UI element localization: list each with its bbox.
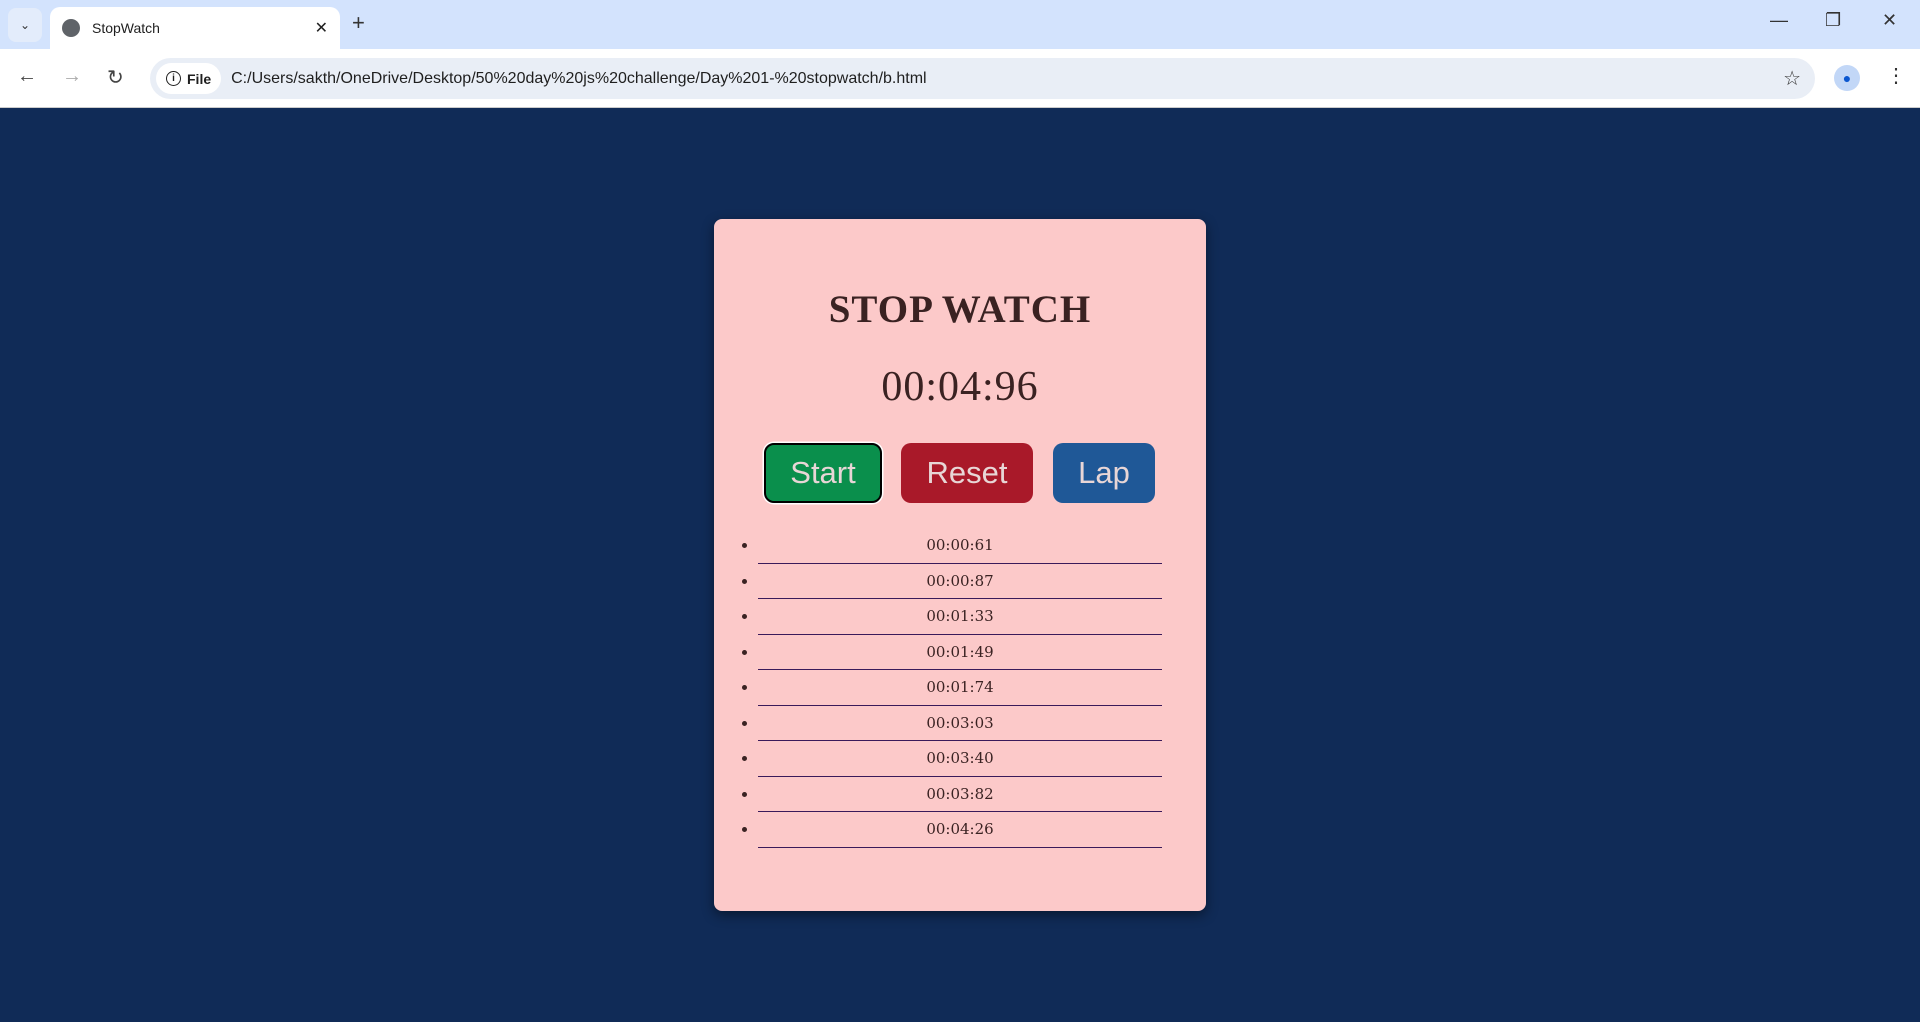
lap-item: 00:00:87 — [758, 564, 1162, 599]
restore-button[interactable]: ❐ — [1825, 10, 1841, 31]
tab-title: StopWatch — [92, 20, 160, 36]
tab-search-button[interactable]: ⌄ — [8, 8, 42, 42]
tab-stopwatch[interactable]: StopWatch ✕ — [50, 7, 340, 49]
profile-avatar[interactable]: ● — [1834, 65, 1860, 91]
info-icon: i — [166, 71, 181, 86]
lap-item: 00:03:03 — [758, 706, 1162, 741]
minimize-button[interactable]: — — [1770, 10, 1788, 31]
lap-item: 00:01:33 — [758, 599, 1162, 635]
timer-display: 00:04:96 — [881, 364, 1039, 410]
lap-item: 00:01:74 — [758, 670, 1162, 706]
reset-button[interactable]: Reset — [901, 443, 1033, 503]
chevron-down-icon: ⌄ — [19, 18, 31, 32]
globe-icon — [62, 19, 80, 37]
chip-label: File — [187, 70, 212, 87]
page-title: STOP WATCH — [828, 288, 1092, 331]
new-tab-button[interactable]: + — [352, 10, 365, 36]
lap-item: 00:03:82 — [758, 777, 1162, 812]
close-window-button[interactable]: ✕ — [1882, 10, 1897, 31]
lap-item: 00:01:49 — [758, 635, 1162, 670]
lap-item: 00:00:61 — [758, 528, 1162, 564]
close-tab-icon[interactable]: ✕ — [315, 18, 328, 38]
start-button[interactable]: Start — [764, 443, 882, 503]
lap-list: 00:00:61 00:00:87 00:01:33 00:01:49 00:0… — [758, 528, 1162, 848]
lap-item: 00:03:40 — [758, 741, 1162, 777]
url-text[interactable]: C:/Users/sakth/OneDrive/Desktop/50%20day… — [231, 70, 926, 88]
menu-kebab-icon[interactable]: ⋮ — [1886, 63, 1906, 88]
address-bar[interactable]: i File C:/Users/sakth/OneDrive/Desktop/50… — [150, 58, 1815, 99]
reload-button[interactable]: ↻ — [107, 65, 124, 90]
stopwatch-card: STOP WATCH 00:04:96 Start Reset Lap 00:0… — [714, 219, 1206, 911]
lap-button[interactable]: Lap — [1053, 443, 1155, 503]
back-button[interactable]: ← — [17, 65, 37, 88]
forward-button[interactable]: → — [62, 65, 82, 88]
tab-strip: ⌄ StopWatch ✕ + — ❐ ✕ — [0, 0, 1920, 49]
bookmark-star-icon[interactable]: ☆ — [1783, 66, 1801, 91]
lap-item: 00:04:26 — [758, 812, 1162, 848]
site-info-chip[interactable]: i File — [156, 63, 222, 94]
browser-toolbar: ← → ↻ i File C:/Users/sakth/OneDrive/Desk… — [0, 49, 1920, 108]
